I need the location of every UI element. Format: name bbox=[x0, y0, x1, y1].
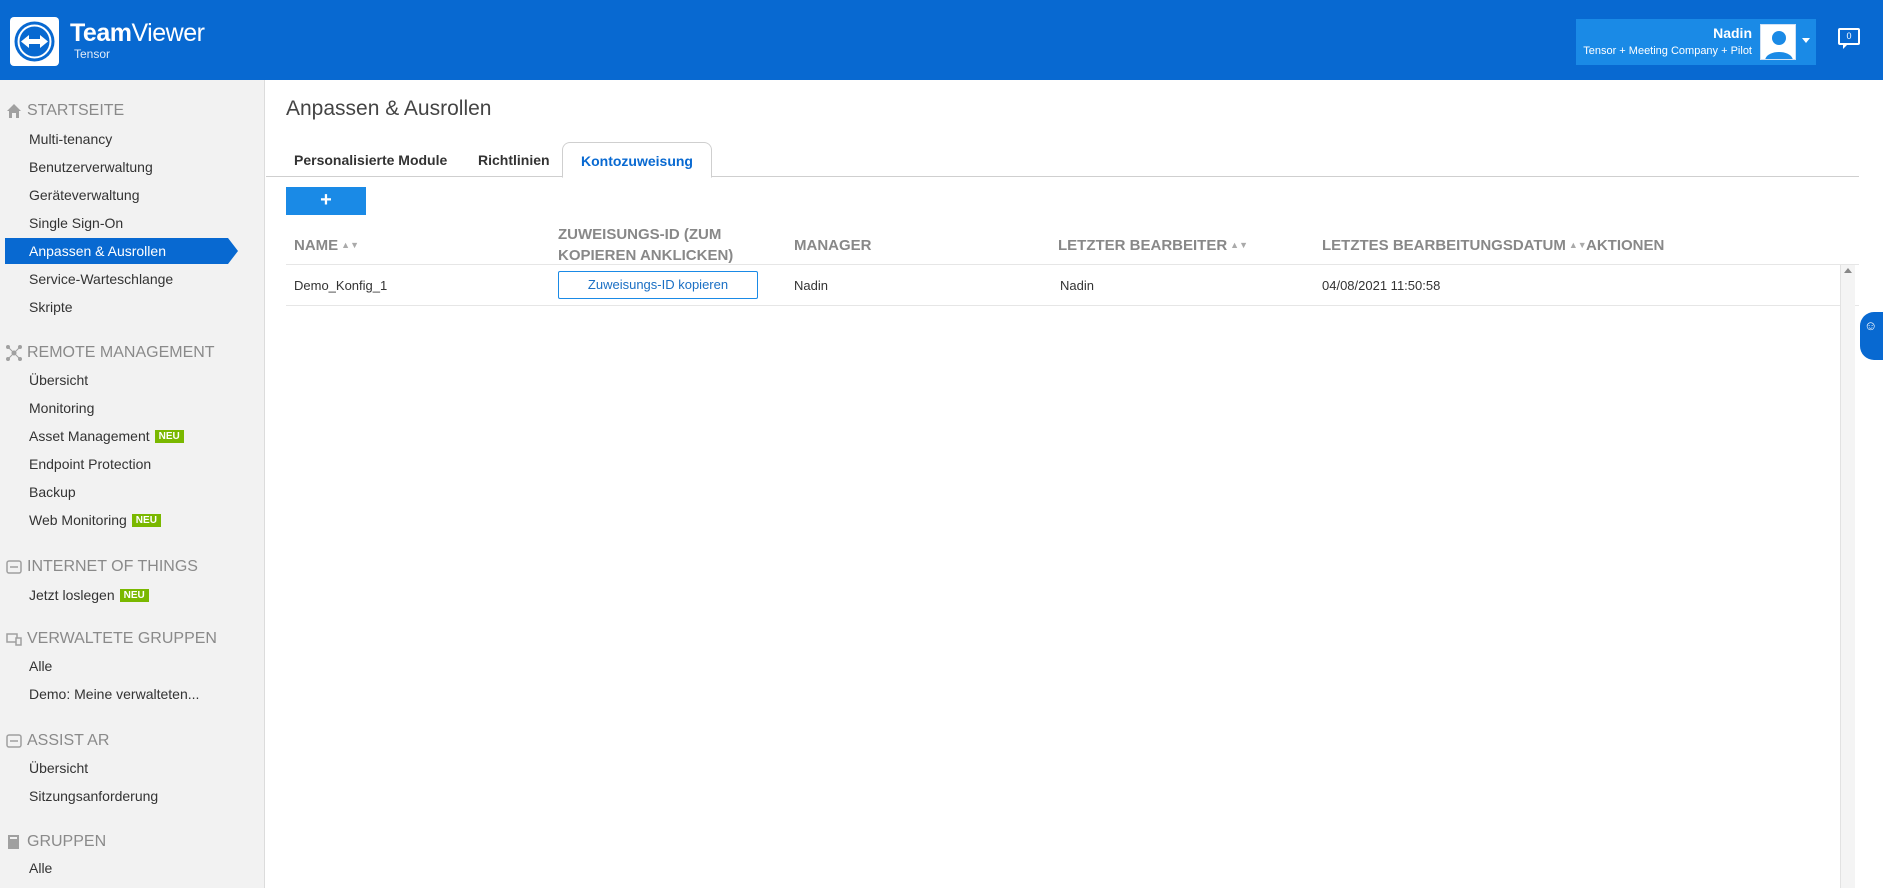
copy-assignment-id-button[interactable]: Zuweisungs-ID kopieren bbox=[558, 271, 758, 299]
feedback-tab[interactable]: ☺ bbox=[1860, 312, 1883, 360]
sidebar-item-asset-management[interactable]: Asset Management NEU bbox=[29, 428, 184, 444]
page-title: Anpassen & Ausrollen bbox=[286, 97, 492, 120]
cell-last-editor: Nadin bbox=[1060, 278, 1094, 293]
tab-richtlinien[interactable]: Richtlinien bbox=[478, 152, 550, 168]
scrollbar[interactable] bbox=[1840, 265, 1855, 888]
sidebar-item-label: Web Monitoring bbox=[29, 512, 127, 528]
section-assist-ar[interactable]: ASSIST AR bbox=[27, 732, 109, 750]
sidebar-item-endpoint-protection[interactable]: Endpoint Protection bbox=[29, 456, 151, 472]
section-remote-management[interactable]: REMOTE MANAGEMENT bbox=[27, 344, 215, 362]
top-bar: TeamViewer Tensor Nadin Tensor + Meeting… bbox=[0, 0, 1883, 80]
sidebar-item-backup[interactable]: Backup bbox=[29, 484, 76, 500]
cell-name: Demo_Konfig_1 bbox=[294, 278, 388, 293]
managed-groups-icon bbox=[6, 631, 22, 647]
column-header-zuweisungs-id: ZUWEISUNGS-ID (ZUM KOPIEREN ANKLICKEN) bbox=[558, 226, 734, 264]
sidebar-item-label: Asset Management bbox=[29, 428, 150, 444]
sidebar-item-single-sign-on[interactable]: Single Sign-On bbox=[29, 215, 123, 231]
column-header-letztes-bearbeitungsdatum[interactable]: LETZTES BEARBEITUNGSDATUM ▲▼ bbox=[1322, 235, 1587, 256]
assist-ar-icon bbox=[6, 733, 22, 749]
tab-personalisierte-module[interactable]: Personalisierte Module bbox=[294, 152, 447, 168]
sidebar-item-benutzerverwaltung[interactable]: Benutzerverwaltung bbox=[29, 159, 153, 175]
section-startseite[interactable]: STARTSEITE bbox=[27, 102, 124, 120]
column-header-name[interactable]: NAME ▲▼ bbox=[294, 235, 359, 256]
sidebar-item-uebersicht[interactable]: Übersicht bbox=[29, 372, 88, 388]
new-badge: NEU bbox=[154, 430, 184, 443]
remote-management-icon bbox=[6, 345, 22, 361]
user-org: Tensor + Meeting Company + Pilot bbox=[1583, 45, 1752, 57]
column-header-letzter-bearbeiter[interactable]: LETZTER BEARBEITER ▲▼ bbox=[1058, 235, 1248, 256]
cell-manager: Nadin bbox=[794, 278, 828, 293]
user-name: Nadin bbox=[1713, 25, 1752, 41]
sidebar-item-anpassen-ausrollen[interactable]: Anpassen & Ausrollen bbox=[5, 238, 238, 264]
add-button[interactable]: + bbox=[286, 187, 366, 215]
sidebar-item-sitzungsanforderung[interactable]: Sitzungsanforderung bbox=[29, 788, 158, 804]
section-internet-of-things[interactable]: INTERNET OF THINGS bbox=[27, 558, 198, 576]
scroll-up-icon[interactable] bbox=[1844, 268, 1852, 273]
sidebar-item-alle-gruppen[interactable]: Alle bbox=[29, 860, 52, 876]
section-verwaltete-gruppen[interactable]: VERWALTETE GRUPPEN bbox=[27, 630, 217, 648]
column-header-aktionen: AKTIONEN bbox=[1586, 237, 1665, 254]
sidebar-item-label: Jetzt loslegen bbox=[29, 587, 115, 603]
sidebar-item-jetzt-loslegen[interactable]: Jetzt loslegen NEU bbox=[29, 587, 149, 603]
table-row: Demo_Konfig_1 Zuweisungs-ID kopieren Nad… bbox=[286, 265, 1859, 306]
tab-label: Kontozuweisung bbox=[581, 153, 693, 169]
teamviewer-logo-icon[interactable] bbox=[10, 17, 59, 66]
sidebar-item-alle[interactable]: Alle bbox=[29, 658, 52, 674]
main-content: Anpassen & Ausrollen Personalisierte Mod… bbox=[266, 80, 1883, 888]
brand-name: TeamViewer bbox=[70, 19, 205, 47]
tab-kontozuweisung[interactable]: Kontozuweisung bbox=[562, 142, 712, 178]
cell-last-date: 04/08/2021 11:50:58 bbox=[1322, 278, 1441, 293]
iot-icon bbox=[6, 559, 22, 575]
home-icon bbox=[6, 103, 22, 119]
sort-icon: ▲▼ bbox=[1568, 240, 1587, 250]
sort-icon: ▲▼ bbox=[341, 240, 359, 250]
section-gruppen[interactable]: GRUPPEN bbox=[27, 833, 106, 851]
sidebar-item-geraeteverwaltung[interactable]: Geräteverwaltung bbox=[29, 187, 140, 203]
new-badge: NEU bbox=[119, 589, 149, 602]
new-badge: NEU bbox=[131, 514, 161, 527]
sidebar-item-label: Anpassen & Ausrollen bbox=[29, 243, 166, 259]
groups-icon bbox=[6, 834, 22, 850]
sidebar-item-monitoring[interactable]: Monitoring bbox=[29, 400, 94, 416]
sidebar-item-demo-meine-verwalteten[interactable]: Demo: Meine verwalteten... bbox=[29, 686, 199, 702]
notifications-icon[interactable]: 0 bbox=[1838, 28, 1860, 49]
sidebar-item-web-monitoring[interactable]: Web Monitoring NEU bbox=[29, 512, 161, 528]
sidebar: STARTSEITE Multi-tenancy Benutzerverwalt… bbox=[0, 80, 265, 888]
user-menu[interactable]: Nadin Tensor + Meeting Company + Pilot bbox=[1576, 19, 1816, 65]
sidebar-item-multi-tenancy[interactable]: Multi-tenancy bbox=[29, 131, 112, 147]
brand-subtitle: Tensor bbox=[74, 47, 111, 61]
sort-icon: ▲▼ bbox=[1230, 240, 1248, 250]
sidebar-item-service-warteschlange[interactable]: Service-Warteschlange bbox=[29, 271, 173, 287]
column-header-manager: MANAGER bbox=[794, 237, 872, 254]
chevron-down-icon[interactable] bbox=[1802, 38, 1810, 43]
sidebar-item-skripte[interactable]: Skripte bbox=[29, 299, 73, 315]
avatar bbox=[1760, 24, 1796, 60]
tabs-divider bbox=[266, 176, 1859, 177]
sidebar-item-uebersicht-ar[interactable]: Übersicht bbox=[29, 760, 88, 776]
smiley-icon: ☺ bbox=[1864, 318, 1878, 333]
